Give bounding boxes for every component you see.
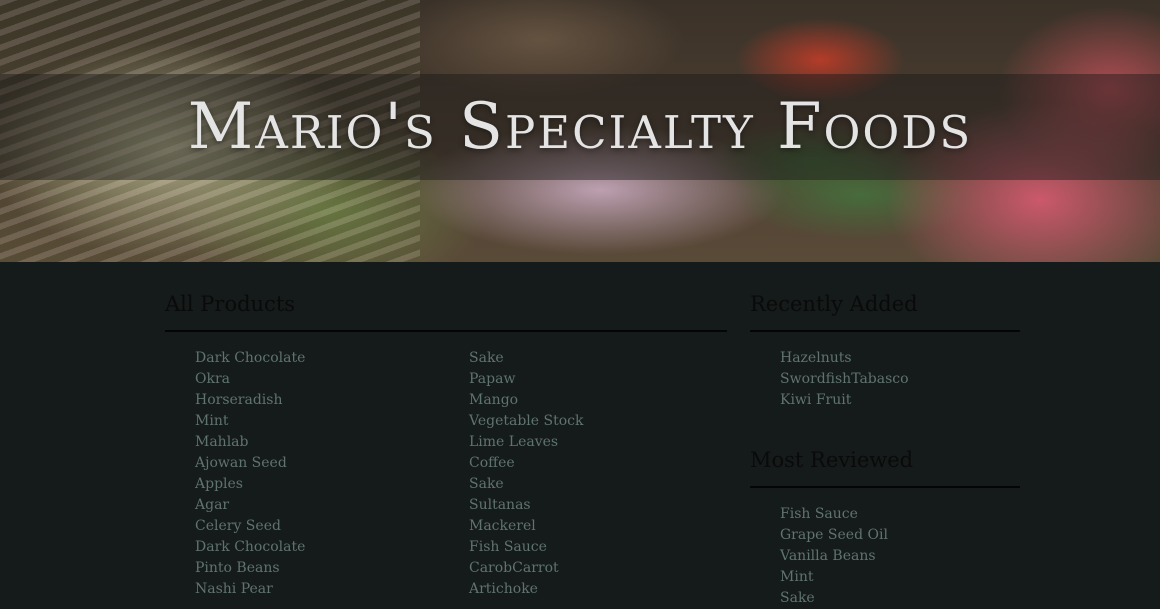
product-link[interactable]: Sultanas — [469, 495, 583, 516]
product-link[interactable]: Sake — [780, 588, 1020, 609]
all-products-list-right: Sake Papaw Mango Vegetable Stock Lime Le… — [469, 348, 583, 600]
product-link[interactable]: Mackerel — [469, 516, 583, 537]
product-link[interactable]: Horseradish — [195, 390, 305, 411]
all-products-section: All Products Dark Chocolate Okra Horsera… — [165, 290, 727, 597]
product-link[interactable]: Grape Seed Oil — [780, 525, 1020, 546]
product-link[interactable]: CarobCarrot — [469, 558, 583, 579]
product-link[interactable]: Kiwi Fruit — [780, 390, 1020, 411]
product-link[interactable]: Agar — [195, 495, 305, 516]
product-link[interactable]: Mango — [469, 390, 583, 411]
product-link[interactable]: Sake — [469, 474, 583, 495]
product-link[interactable]: Artichoke — [469, 579, 583, 600]
product-link[interactable]: Celery Seed — [195, 516, 305, 537]
product-link[interactable]: Papaw — [469, 369, 583, 390]
hero-banner: Mario's Specialty Foods — [0, 0, 1160, 262]
recently-added-list: Hazelnuts SwordfishTabasco Kiwi Fruit — [750, 348, 1020, 411]
all-products-list-left: Dark Chocolate Okra Horseradish Mint Mah… — [195, 348, 305, 600]
product-link[interactable]: Mint — [195, 411, 305, 432]
product-link[interactable]: Dark Chocolate — [195, 537, 305, 558]
site-title: Mario's Specialty Foods — [187, 90, 973, 164]
product-link[interactable]: Lime Leaves — [469, 432, 583, 453]
product-link[interactable]: Sake — [469, 348, 583, 369]
product-link[interactable]: Dark Chocolate — [195, 348, 305, 369]
product-link[interactable]: Apples — [195, 474, 305, 495]
product-link[interactable]: Vanilla Beans — [780, 546, 1020, 567]
all-products-heading: All Products — [165, 290, 727, 332]
product-link[interactable]: Mahlab — [195, 432, 305, 453]
main-content: All Products Dark Chocolate Okra Horsera… — [0, 262, 1160, 608]
product-link[interactable]: Nashi Pear — [195, 579, 305, 600]
product-link[interactable]: Mint — [780, 567, 1020, 588]
product-link[interactable]: SwordfishTabasco — [780, 369, 1020, 390]
most-reviewed-heading: Most Reviewed — [750, 446, 1020, 488]
product-link[interactable]: Vegetable Stock — [469, 411, 583, 432]
product-link[interactable]: Ajowan Seed — [195, 453, 305, 474]
recently-added-heading: Recently Added — [750, 290, 1020, 332]
most-reviewed-section: Most Reviewed Fish Sauce Grape Seed Oil … — [750, 446, 1020, 609]
recently-added-section: Recently Added Hazelnuts SwordfishTabasc… — [750, 290, 1020, 411]
product-link[interactable]: Fish Sauce — [780, 504, 1020, 525]
product-link[interactable]: Fish Sauce — [469, 537, 583, 558]
product-link[interactable]: Coffee — [469, 453, 583, 474]
product-link[interactable]: Hazelnuts — [780, 348, 1020, 369]
product-link[interactable]: Okra — [195, 369, 305, 390]
most-reviewed-list: Fish Sauce Grape Seed Oil Vanilla Beans … — [750, 504, 1020, 609]
product-link[interactable]: Pinto Beans — [195, 558, 305, 579]
